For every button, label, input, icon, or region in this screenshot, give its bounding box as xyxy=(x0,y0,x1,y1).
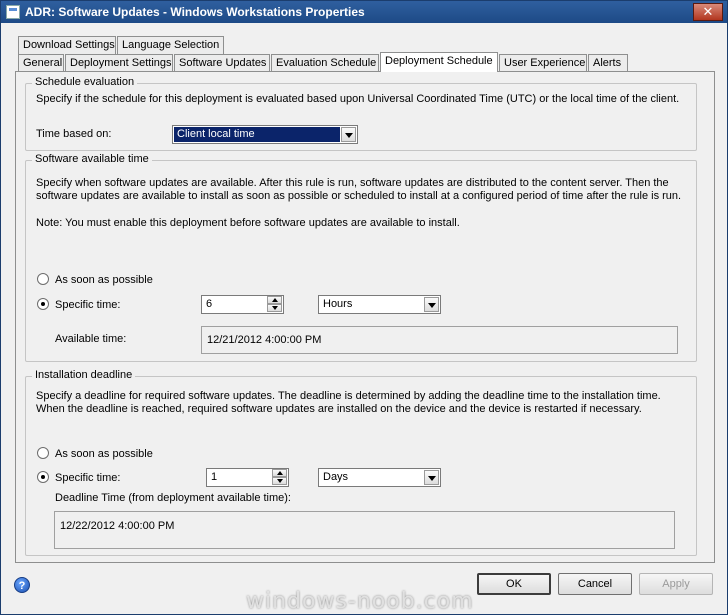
time-based-on-label: Time based on: xyxy=(36,128,112,140)
deadline-time-display-value: 12/22/2012 4:00:00 PM xyxy=(60,520,175,532)
available-time-display: 12/21/2012 4:00:00 PM xyxy=(201,326,678,354)
software-available-legend: Software available time xyxy=(32,153,152,165)
available-specific-label[interactable]: Specific time: xyxy=(55,299,120,311)
tab-language-selection[interactable]: Language Selection xyxy=(117,36,224,54)
title-bar[interactable]: ADR: Software Updates - Windows Workstat… xyxy=(1,1,727,23)
deadline-specific-label[interactable]: Specific time: xyxy=(55,472,120,484)
schedule-evaluation-description: Specify if the schedule for this deploym… xyxy=(36,93,680,105)
watermark-text: windows-noob.com xyxy=(246,589,474,614)
tab-general[interactable]: General xyxy=(18,54,64,72)
available-unit-select[interactable]: Hours xyxy=(318,295,441,314)
chevron-down-icon[interactable] xyxy=(341,127,356,142)
available-time-stepper[interactable]: 6 xyxy=(201,295,284,314)
schedule-evaluation-group: Schedule evaluation Specify if the sched… xyxy=(25,76,697,151)
window-title: ADR: Software Updates - Windows Workstat… xyxy=(25,5,365,19)
spin-down-icon[interactable] xyxy=(267,304,282,312)
deadline-time-stepper[interactable]: 1 xyxy=(206,468,289,487)
deadline-time-value: 1 xyxy=(211,471,218,483)
deadline-asap-radio[interactable] xyxy=(37,447,49,459)
spin-down-icon[interactable] xyxy=(272,477,287,485)
time-based-on-value: Client local time xyxy=(174,127,340,142)
cancel-button[interactable]: Cancel xyxy=(558,573,632,595)
close-button[interactable]: ✕ xyxy=(693,3,723,21)
apply-button[interactable]: Apply xyxy=(639,573,713,595)
tab-evaluation-schedule[interactable]: Evaluation Schedule xyxy=(271,54,379,72)
available-time-display-value: 12/21/2012 4:00:00 PM xyxy=(207,334,322,346)
deadline-unit-select[interactable]: Days xyxy=(318,468,441,487)
chevron-down-icon[interactable] xyxy=(424,470,439,485)
installation-deadline-legend: Installation deadline xyxy=(32,369,136,381)
available-specific-radio[interactable] xyxy=(37,298,49,310)
tab-deployment-schedule[interactable]: Deployment Schedule xyxy=(380,52,498,72)
help-icon[interactable]: ? xyxy=(14,577,30,593)
tab-download-settings[interactable]: Download Settings xyxy=(18,36,116,54)
available-unit-value: Hours xyxy=(323,298,353,310)
deployment-schedule-panel: Schedule evaluation Specify if the sched… xyxy=(15,71,715,563)
tab-user-experience[interactable]: User Experience xyxy=(499,54,587,72)
properties-window: ADR: Software Updates - Windows Workstat… xyxy=(0,0,728,615)
tab-deployment-settings[interactable]: Deployment Settings xyxy=(65,54,173,72)
enable-deployment-note: Note: You must enable this deployment be… xyxy=(36,217,460,229)
deadline-asap-label[interactable]: As soon as possible xyxy=(55,448,153,460)
software-available-description: Specify when software updates are availa… xyxy=(36,177,682,202)
available-time-value: 6 xyxy=(206,298,213,310)
tab-software-updates[interactable]: Software Updates xyxy=(174,54,270,72)
window-app-icon xyxy=(6,5,20,19)
available-asap-label[interactable]: As soon as possible xyxy=(55,274,153,286)
chevron-down-icon[interactable] xyxy=(424,297,439,312)
time-based-on-select[interactable]: Client local time xyxy=(172,125,358,144)
tab-alerts[interactable]: Alerts xyxy=(588,54,628,72)
available-time-label: Available time: xyxy=(55,333,127,345)
available-asap-radio[interactable] xyxy=(37,273,49,285)
deadline-time-display: 12/22/2012 4:00:00 PM xyxy=(54,511,675,549)
spin-up-icon[interactable] xyxy=(267,296,282,304)
deadline-time-label: Deadline Time (from deployment available… xyxy=(55,492,291,504)
installation-deadline-group: Installation deadline Specify a deadline… xyxy=(25,369,697,556)
software-available-group: Software available time Specify when sof… xyxy=(25,153,697,362)
ok-button[interactable]: OK xyxy=(477,573,551,595)
deadline-unit-value: Days xyxy=(323,471,349,483)
schedule-evaluation-legend: Schedule evaluation xyxy=(32,76,138,88)
installation-deadline-description: Specify a deadline for required software… xyxy=(36,390,661,415)
deadline-specific-radio[interactable] xyxy=(37,471,49,483)
spin-up-icon[interactable] xyxy=(272,469,287,477)
